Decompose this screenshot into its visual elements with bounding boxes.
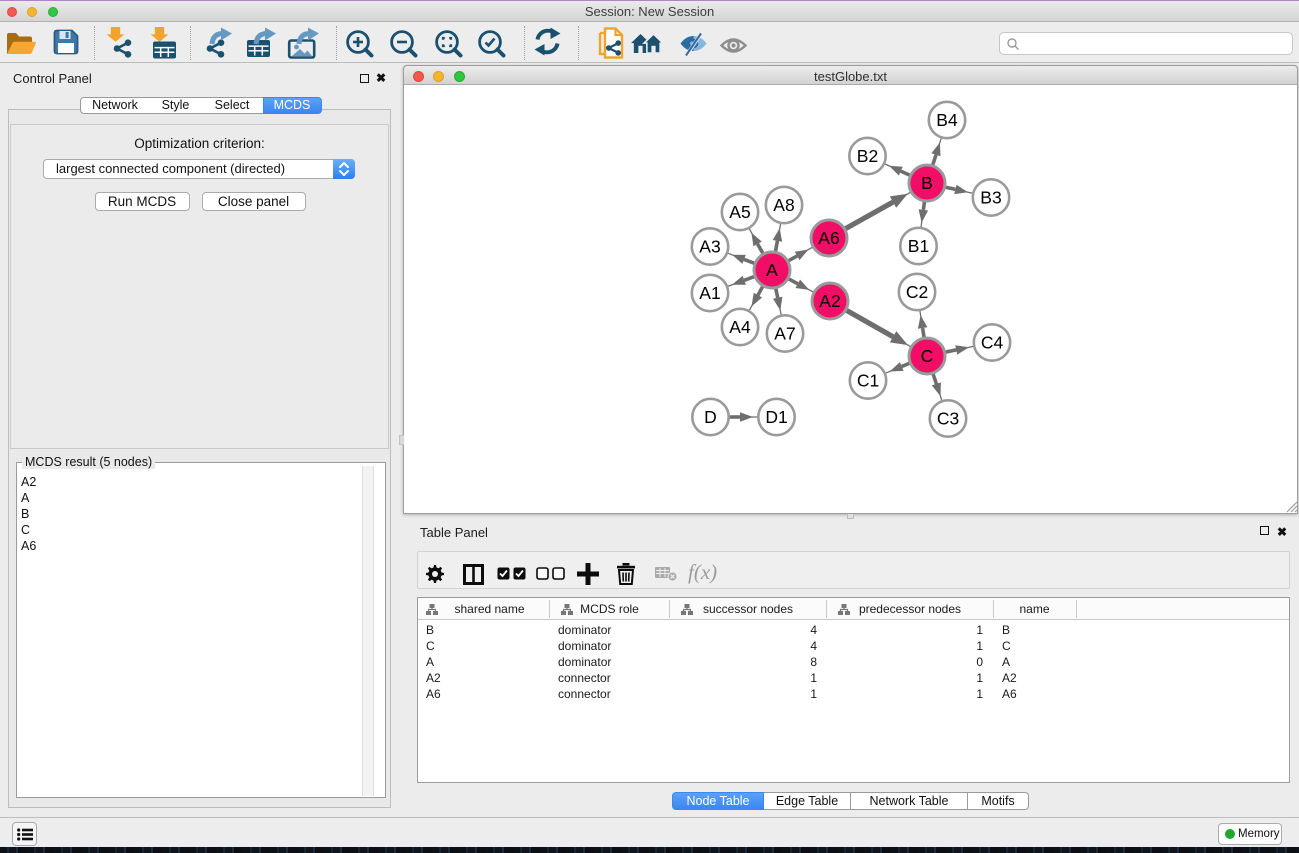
svg-text:A8: A8 [773,195,794,215]
svg-text:B3: B3 [980,188,1001,208]
svg-text:C1: C1 [857,371,879,391]
svg-text:C2: C2 [906,282,928,302]
svg-text:C: C [921,346,934,366]
svg-text:B: B [921,173,933,193]
svg-text:D1: D1 [765,407,787,427]
svg-text:B4: B4 [936,110,958,130]
svg-text:A1: A1 [699,283,720,303]
svg-text:A4: A4 [729,317,751,337]
svg-text:C4: C4 [981,333,1004,353]
svg-text:C3: C3 [937,409,959,429]
svg-text:B1: B1 [908,236,929,256]
svg-text:A3: A3 [699,237,720,257]
svg-text:A6: A6 [818,228,839,248]
svg-text:A2: A2 [819,291,840,311]
svg-text:A7: A7 [774,324,795,344]
svg-text:D: D [704,407,717,427]
svg-text:B2: B2 [857,146,878,166]
svg-text:A: A [766,260,778,280]
svg-text:A5: A5 [729,202,750,222]
